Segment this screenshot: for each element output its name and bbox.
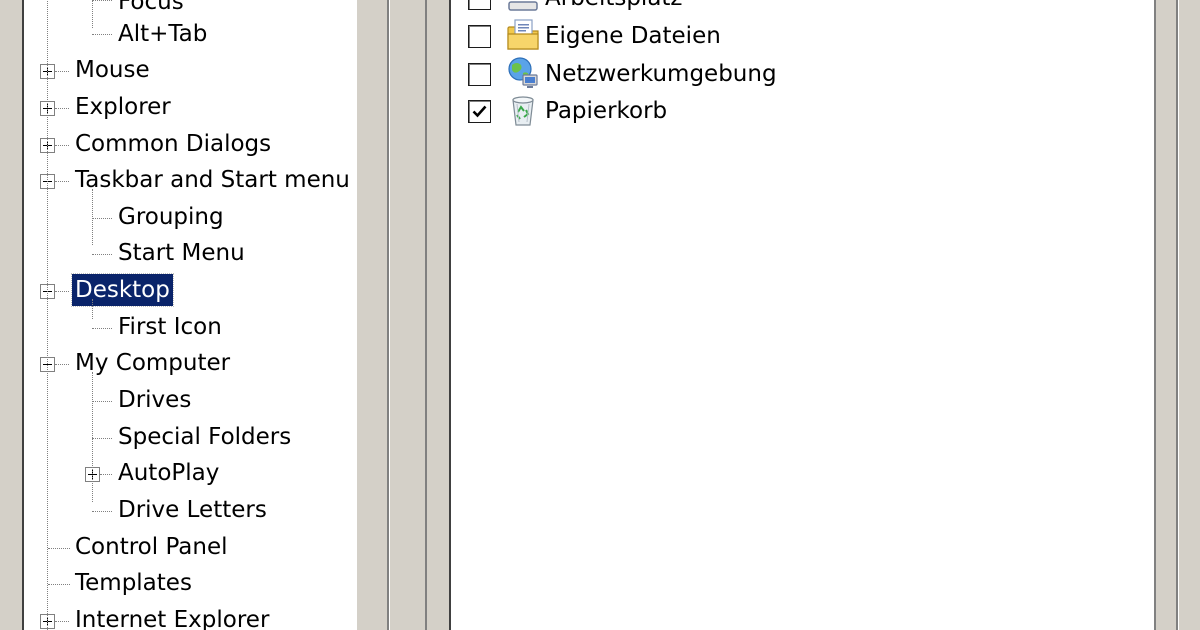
tree-connector xyxy=(92,328,112,329)
tree-item-label: AutoPlay xyxy=(118,460,220,486)
tree-connector xyxy=(92,0,93,28)
tree-item-autoplay[interactable]: AutoPlay xyxy=(24,457,344,491)
tree-connector xyxy=(48,584,70,585)
tree-item-label: Drive Letters xyxy=(118,497,267,523)
check-icon xyxy=(472,105,487,118)
tree-connector xyxy=(92,0,112,1)
tree-item-special-folders[interactable]: Special Folders xyxy=(24,421,344,455)
tree-item-focus[interactable]: Focus xyxy=(24,0,344,20)
tree-item-my-computer[interactable]: My Computer xyxy=(24,347,344,381)
checkbox-papierkorb[interactable] xyxy=(468,100,491,123)
tree-item-label: My Computer xyxy=(75,350,231,376)
tree-connector xyxy=(92,372,93,502)
tree-item-label: Mouse xyxy=(75,57,150,83)
tree-connector xyxy=(55,291,69,292)
tree-item-drive-letters[interactable]: Drive Letters xyxy=(24,494,344,528)
tree-item-mouse[interactable]: Mouse xyxy=(24,54,344,88)
tree-item-label: Templates xyxy=(75,570,192,596)
tree-connector xyxy=(92,189,93,245)
tree-item-desktop[interactable]: Desktop xyxy=(24,273,344,308)
tree-connector xyxy=(92,401,112,402)
tree-item-start-menu[interactable]: Start Menu xyxy=(24,237,344,271)
documents-folder-icon xyxy=(507,19,539,50)
tree-item-label: Taskbar and Start menu xyxy=(75,167,350,193)
tree-connector xyxy=(92,438,112,439)
tree-item-control-panel[interactable]: Control Panel xyxy=(24,531,344,565)
tree-item-label: Desktop xyxy=(71,273,174,307)
list-item-label: Papierkorb xyxy=(545,98,668,124)
list-frame xyxy=(427,0,449,630)
network-icon xyxy=(508,57,538,88)
right-frame-line xyxy=(1178,0,1179,630)
tree-item-label: Internet Explorer xyxy=(75,607,270,630)
tree-item-label: Start Menu xyxy=(118,240,245,266)
tree-connector xyxy=(55,145,69,146)
tree-connector xyxy=(47,0,48,630)
list-item-eigene-dateien[interactable]: Eigene Dateien xyxy=(451,17,1151,55)
tree-connector xyxy=(92,299,93,319)
tree-item-label: Common Dialogs xyxy=(75,131,272,157)
tree-item-templates[interactable]: Templates xyxy=(24,567,344,601)
tree-item-label: First Icon xyxy=(118,314,222,340)
checkbox-eigene-dateien[interactable] xyxy=(468,25,491,48)
list-item-netzwerkumgebung[interactable]: Netzwerkumgebung xyxy=(451,55,1151,93)
pane-splitter[interactable] xyxy=(357,0,387,630)
tree-item-label: Grouping xyxy=(118,204,224,230)
tree-item-alt-tab[interactable]: Alt+Tab xyxy=(24,18,344,52)
tree-item-label: Drives xyxy=(118,387,192,413)
tree-connector xyxy=(55,108,69,109)
tree-connector xyxy=(55,621,69,622)
tree-item-label: Focus xyxy=(118,0,184,15)
tree-item-taskbar-start-menu[interactable]: Taskbar and Start menu xyxy=(24,164,354,198)
list-item-arbeitsplatz[interactable]: Arbeitsplatz xyxy=(451,0,1151,17)
tree-item-internet-explorer[interactable]: Internet Explorer xyxy=(24,604,344,630)
tree-item-label: Special Folders xyxy=(118,424,292,450)
tree-connector xyxy=(92,34,112,35)
window: Focus Alt+Tab Mouse Explorer Common Dial… xyxy=(0,0,1200,630)
tree-item-label: Explorer xyxy=(75,94,171,120)
right-frame-line xyxy=(1154,0,1156,630)
tree-item-label: Alt+Tab xyxy=(118,21,208,47)
tree-item-drives[interactable]: Drives xyxy=(24,384,344,418)
checkbox-netzwerkumgebung[interactable] xyxy=(468,63,491,86)
recycle-bin-icon xyxy=(512,96,534,126)
list-item-papierkorb[interactable]: Papierkorb xyxy=(451,92,1151,130)
mid-frame xyxy=(389,0,428,630)
computer-icon xyxy=(508,1,538,11)
settings-tree[interactable]: Focus Alt+Tab Mouse Explorer Common Dial… xyxy=(22,0,355,630)
tree-connector xyxy=(55,364,69,365)
tree-connector xyxy=(92,254,112,255)
list-item-label: Eigene Dateien xyxy=(545,23,721,49)
tree-connector xyxy=(55,71,69,72)
list-item-label: Netzwerkumgebung xyxy=(545,61,777,87)
tree-item-first-icon[interactable]: First Icon xyxy=(24,311,344,345)
desktop-icons-list[interactable]: Arbeitsplatz Eigene Dateien xyxy=(449,0,1154,630)
tree-connector xyxy=(100,474,112,475)
tree-connector xyxy=(48,548,70,549)
tree-connector xyxy=(55,181,69,182)
tree-connector xyxy=(92,511,112,512)
tree-item-explorer[interactable]: Explorer xyxy=(24,91,344,125)
list-item-label: Arbeitsplatz xyxy=(545,0,683,15)
left-frame xyxy=(0,0,23,630)
tree-item-common-dialogs[interactable]: Common Dialogs xyxy=(24,128,344,162)
tree-connector xyxy=(92,218,112,219)
tree-item-grouping[interactable]: Grouping xyxy=(24,201,344,235)
tree-item-label: Control Panel xyxy=(75,534,228,560)
checkbox-arbeitsplatz[interactable] xyxy=(468,0,491,10)
